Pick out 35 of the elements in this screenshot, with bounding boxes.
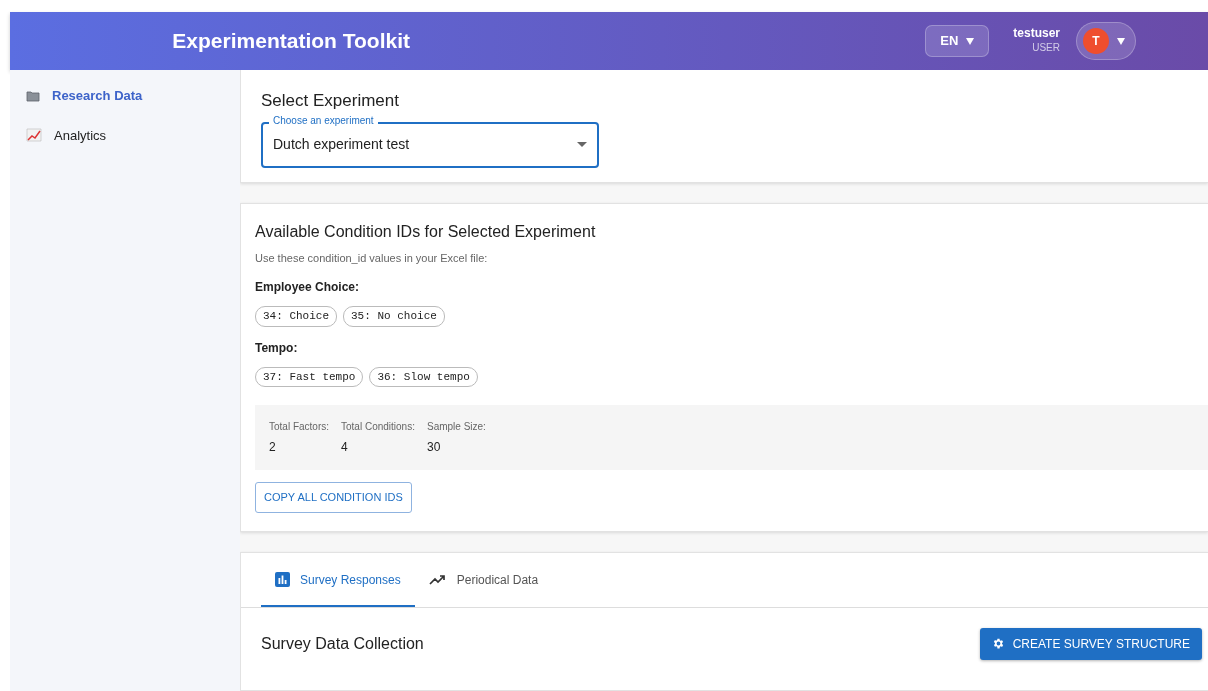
stat-label: Total Conditions: — [341, 420, 415, 434]
sidebar-item[interactable]: Research Data — [26, 86, 240, 106]
stat-label: Total Factors: — [269, 420, 330, 434]
tab[interactable]: Periodical Data — [414, 552, 553, 607]
stat-value: 2 — [269, 439, 277, 456]
factor-label: Employee Choice: — [255, 279, 361, 296]
caret-icon — [966, 37, 975, 45]
dropdown-icon — [577, 141, 587, 148]
section-title: Survey Data Collection — [261, 633, 424, 654]
card-title: Select Experiment — [261, 90, 400, 112]
bar-chart-icon — [275, 572, 290, 587]
condition-chip: 34: Choice — [255, 306, 337, 327]
card-title: Available Condition IDs for Selected Experiment — [255, 221, 597, 242]
chart-icon — [26, 128, 42, 143]
stat-value: 4 — [341, 439, 349, 456]
copy-button[interactable]: COPY ALL CONDITION IDS — [255, 482, 412, 513]
caret-icon — [1117, 37, 1125, 45]
tab[interactable]: Survey Responses — [261, 552, 415, 607]
avatar: T — [1083, 28, 1109, 54]
hint-text: Use these condition_id values in your Excel file: — [255, 250, 489, 266]
factor-label: Tempo: — [255, 339, 299, 357]
trend-icon — [428, 574, 447, 585]
condition-chip: 35: No choice — [343, 306, 445, 327]
stat-value: 30 — [426, 439, 442, 456]
user-role: USER — [1031, 41, 1060, 56]
gear-icon — [991, 637, 1005, 650]
folder-icon — [26, 89, 40, 102]
stat-label: Sample Size: — [426, 420, 486, 434]
language-button[interactable]: EN — [925, 25, 990, 57]
user-menu-button[interactable]: T — [1076, 22, 1136, 60]
user-name: testuser — [1013, 26, 1060, 41]
field-label: Choose an experiment — [269, 114, 378, 127]
sidebar-item[interactable]: Analytics — [26, 125, 240, 145]
create-survey-button[interactable]: CREATE SURVEY STRUCTURE — [979, 627, 1202, 660]
app-title: Experimentation Toolkit — [171, 28, 410, 55]
